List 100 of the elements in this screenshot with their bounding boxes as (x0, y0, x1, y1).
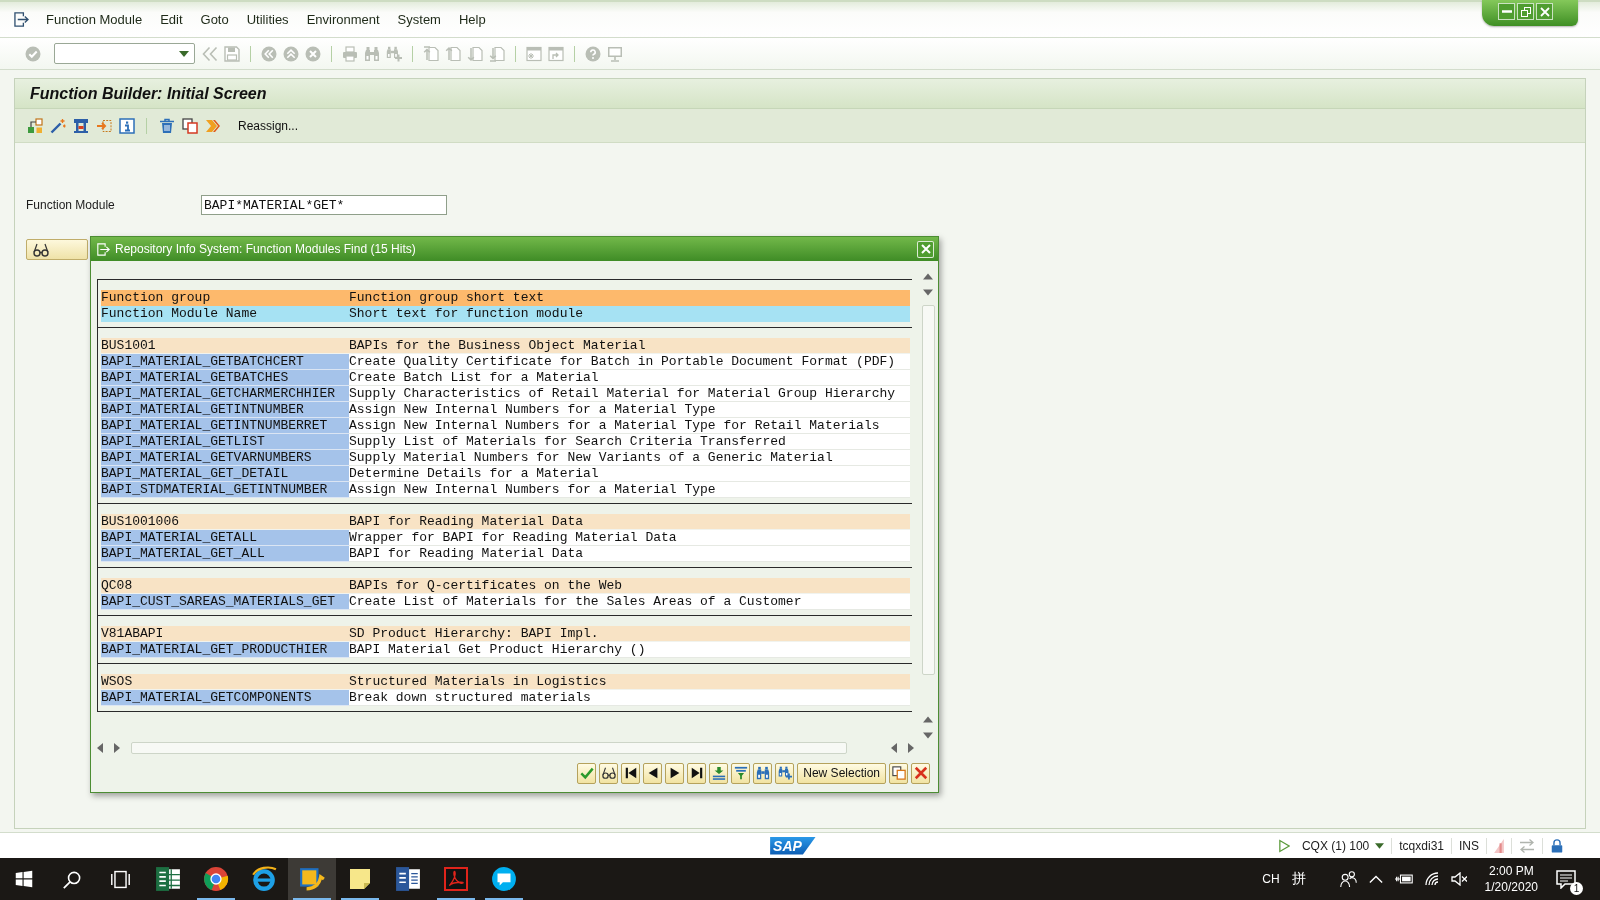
group-text-cell: BAPIs for the Business Object Material (349, 338, 910, 354)
notification-count: 1 (1570, 881, 1583, 895)
legend-cell: Short text for function module (349, 306, 910, 322)
menu-item[interactable]: Environment (297, 9, 389, 30)
module-text-cell: Create Batch List for a Material (349, 370, 910, 386)
caret-icon (179, 50, 189, 57)
field-label: Function Module (26, 198, 116, 212)
sort-button[interactable] (709, 762, 729, 784)
scroll-thumb[interactable] (921, 305, 935, 675)
minimize-button[interactable] (1498, 3, 1515, 20)
legend-cell: Function group short text (349, 290, 910, 306)
taskbar-button[interactable] (288, 858, 336, 900)
menu-item[interactable]: Edit (151, 9, 192, 30)
group-text-cell: BAPIs for Q-certificates on the Web (349, 578, 910, 594)
copy-button[interactable] (889, 762, 908, 784)
restore-button[interactable] (1517, 3, 1534, 20)
browser-icon (203, 866, 229, 892)
window-menu-icon[interactable] (97, 242, 110, 256)
battery-icon[interactable] (1394, 873, 1413, 885)
last-button[interactable] (687, 762, 707, 784)
language-indicator[interactable]: CH (1262, 872, 1280, 886)
module-name-cell: BAPI_MATERIAL_GETCOMPONENTS (101, 690, 349, 706)
double-arrow-icon[interactable] (204, 117, 221, 134)
menu-item[interactable]: Function Module (37, 9, 152, 30)
info-icon[interactable] (118, 117, 135, 134)
module-name-cell: BAPI_MATERIAL_GETLIST (101, 434, 349, 450)
find-next-button[interactable] (775, 762, 795, 784)
input-field[interactable]: BAPI*MATERIAL*GET* (201, 195, 447, 215)
window-menu-icon[interactable] (14, 12, 29, 27)
people-icon[interactable] (1339, 870, 1357, 888)
scroll-down-arrow[interactable] (923, 289, 933, 296)
hierarchy-icon[interactable] (26, 117, 43, 134)
glasses-icon (33, 241, 49, 258)
menu-item[interactable]: Help (449, 9, 495, 30)
scroll-up-arrow[interactable] (923, 716, 933, 723)
glasses-icon (601, 766, 616, 780)
speaker-muted-icon[interactable] (1450, 872, 1467, 886)
close-button[interactable] (917, 240, 934, 258)
display-button[interactable] (599, 762, 619, 784)
play-icon[interactable] (1278, 838, 1290, 853)
pdf-icon (444, 867, 468, 891)
module-text-cell: Supply List of Materials for Search Criteria Transferred (349, 434, 910, 450)
module-text-cell: Assign New Internal Numbers for a Material Type for Retail Materials (349, 418, 910, 434)
new-selection-button[interactable]: New Selection (797, 762, 886, 784)
chevron-up-icon[interactable] (1368, 874, 1383, 884)
input-mode[interactable]: INS (1459, 838, 1479, 853)
scroll-right-arrow[interactable] (114, 743, 120, 753)
arrow-box-icon[interactable] (95, 117, 112, 134)
skip-last-icon (689, 766, 704, 780)
binoculars-icon (755, 766, 770, 780)
ime-indicator[interactable]: 拼 (1291, 870, 1306, 888)
clamp-icon[interactable] (72, 117, 89, 134)
scroll-left-arrow[interactable] (97, 743, 103, 753)
module-name-cell: BAPI_CUST_SAREAS_MATERIALS_GET (101, 594, 349, 610)
module-text-cell: Wrapper for BAPI for Reading Material Data (349, 530, 910, 546)
scroll-thumb[interactable] (131, 742, 847, 754)
lock-icon[interactable] (1550, 837, 1564, 854)
copy-icon[interactable] (181, 117, 198, 134)
command-field[interactable] (54, 43, 195, 64)
previous-button[interactable] (643, 762, 663, 784)
first-button[interactable] (621, 762, 641, 784)
bars-icon (1494, 838, 1504, 853)
scroll-down-arrow[interactable] (923, 732, 933, 739)
module-text-cell: Supply Characteristics of Retail Material for Material Group Hierarchy (349, 386, 910, 402)
menu-item[interactable]: Utilities (237, 9, 298, 30)
menu-item[interactable]: Goto (191, 9, 238, 30)
spreadsheet-icon (155, 866, 181, 892)
notification-icon[interactable] (1556, 869, 1576, 889)
caret-icon[interactable] (1375, 842, 1385, 849)
magic-wand-icon[interactable] (49, 117, 66, 134)
module-text-cell: Create Quality Certificate for Batch in Portable Document Format (PDF) (349, 354, 910, 370)
menu-item[interactable]: System (388, 9, 450, 30)
module-text-cell: Assign New Internal Numbers for a Material Type (349, 402, 910, 418)
cancel-icon (913, 766, 928, 780)
module-name-cell: BAPI_MATERIAL_GETINTNUMBER (101, 402, 349, 418)
minimize-icon (1501, 10, 1512, 13)
clock-date[interactable]: 1/20/2020 (1484, 880, 1538, 894)
trash-icon[interactable] (158, 117, 175, 134)
filter-button[interactable] (731, 762, 751, 784)
group-name-cell: BUS1001 (101, 338, 349, 354)
group-name-cell: BUS1001006 (101, 514, 349, 530)
dialog-title: Repository Info System: Function Modules Find (15 Hits) (115, 242, 416, 256)
scroll-up-arrow[interactable] (923, 273, 933, 280)
module-name-cell: BAPI_MATERIAL_GETBATCHCERT (101, 354, 349, 370)
module-name-cell: BAPI_STDMATERIAL_GETINTNUMBER (101, 482, 349, 498)
display-button[interactable] (26, 239, 88, 260)
system-info[interactable]: CQX (1) 100 (1301, 838, 1370, 853)
find-button[interactable] (753, 762, 773, 784)
reassign-button[interactable]: Reassign... (232, 116, 305, 135)
close-button[interactable] (1536, 3, 1553, 20)
wifi-icon[interactable] (1424, 872, 1439, 886)
clock-time[interactable]: 2:00 PM (1488, 864, 1534, 878)
module-text-cell: Break down structured materials (349, 690, 910, 706)
group-name-cell: QC08 (101, 578, 349, 594)
module-text-cell: BAPI Material Get Product Hierarchy () (349, 642, 910, 658)
scroll-right-arrow[interactable] (908, 743, 914, 753)
scroll-left-arrow[interactable] (891, 743, 897, 753)
cancel-button[interactable] (911, 762, 930, 784)
group-text-cell: Structured Materials in Logistics (349, 674, 910, 690)
next-button[interactable] (665, 762, 685, 784)
